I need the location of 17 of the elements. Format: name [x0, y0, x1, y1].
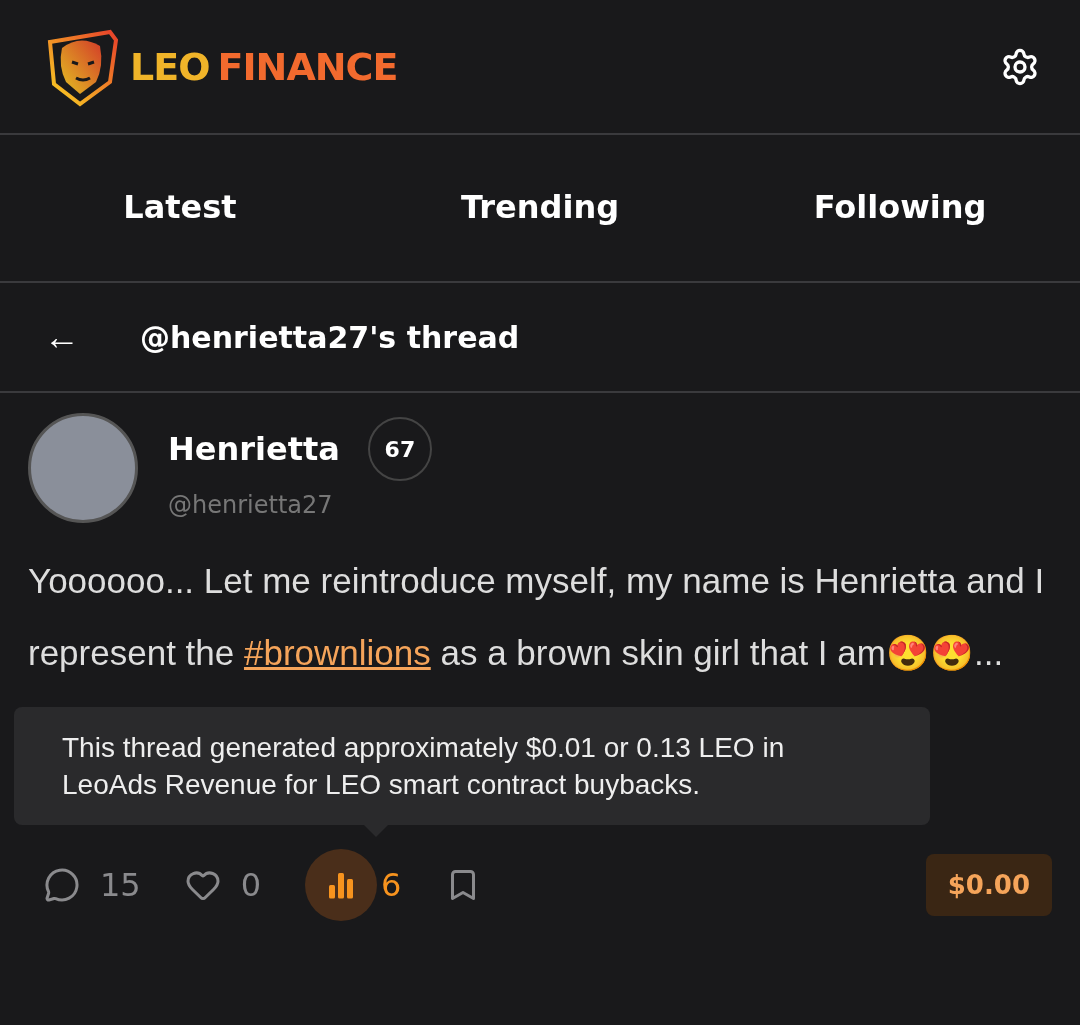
like-action[interactable]: 0	[184, 866, 262, 904]
author-name: Henrietta	[168, 430, 340, 468]
speech-bubble-icon	[44, 867, 80, 903]
feed-tab[interactable]: Trending	[450, 179, 630, 237]
reputation-badge: 67	[367, 417, 432, 481]
feed-tab[interactable]: Following	[803, 179, 997, 237]
logo-text: FINANCE	[217, 44, 398, 89]
author-handle: @henrietta27	[168, 491, 334, 519]
comment-action[interactable]: 15	[44, 866, 141, 904]
hashtag-link[interactable]: #brownlions	[243, 633, 431, 672]
back-button[interactable]: ←	[44, 316, 80, 358]
thread-title: @henrietta27's thread	[140, 319, 520, 355]
logo-text: LEO	[130, 44, 210, 89]
post-text: Yoooooo... Let me reintroduce myself, my name is Henrietta and I represent the #brownlions as a brown skin girl that I am😍😍...	[28, 560, 1046, 674]
payout-button[interactable]: $0.00	[925, 854, 1052, 916]
feed-tab[interactable]: Latest	[113, 179, 247, 237]
settings-icon[interactable]	[1000, 46, 1040, 87]
